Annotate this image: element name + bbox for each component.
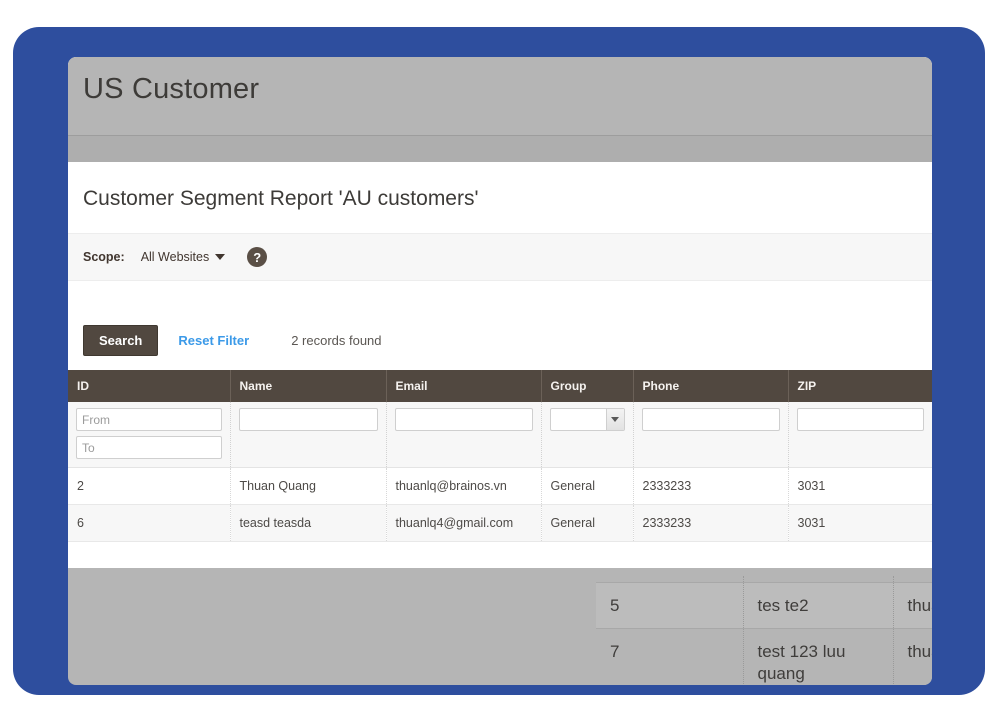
column-header-id[interactable]: ID xyxy=(68,370,230,402)
cell-name: teasd teasda xyxy=(230,505,386,542)
filter-cell-name xyxy=(230,402,386,468)
cell-name: test 123 luu quang xyxy=(743,629,893,685)
scope-selector-value[interactable]: All Websites xyxy=(141,250,210,264)
column-header-group[interactable]: Group xyxy=(541,370,633,402)
column-header-zip[interactable]: ZIP xyxy=(788,370,932,402)
overlay-grid-body: 5 tes te2 thuanlq 7 test 123 luu quang t… xyxy=(596,576,932,685)
filter-cell-phone xyxy=(633,402,788,468)
question-mark-icon[interactable]: ? xyxy=(247,247,267,267)
filter-phone-input[interactable] xyxy=(642,408,780,431)
cell-id: 6 xyxy=(68,505,230,542)
cell-zip: 3031 xyxy=(788,505,932,542)
grid-header-row: ID Name Email Group Phone ZIP xyxy=(68,370,932,402)
table-row[interactable]: 7 test 123 luu quang thuanlq xyxy=(596,629,932,685)
table-row[interactable]: 6 teasd teasda thuanlq4@gmail.com Genera… xyxy=(68,505,932,542)
cell-phone: 2333233 xyxy=(633,468,788,505)
cell-group: General xyxy=(541,468,633,505)
grid-header: ID Name Email Group Phone ZIP xyxy=(68,370,932,402)
filter-id-to-input[interactable] xyxy=(76,436,222,459)
cell-id: 2 xyxy=(68,468,230,505)
window-title: US Customer xyxy=(83,73,259,106)
grid-data-body: 2 Thuan Quang thuanlq@brainos.vn General… xyxy=(68,468,932,542)
cell-email: thuanlq4@gmail.com xyxy=(386,505,541,542)
cell-group: General xyxy=(541,505,633,542)
titlebar-divider xyxy=(68,135,932,162)
filter-group-select[interactable] xyxy=(550,408,625,431)
filter-name-input[interactable] xyxy=(239,408,378,431)
cell-phone: 2333233 xyxy=(633,505,788,542)
grid-action-row: Search Reset Filter 2 records found xyxy=(68,281,932,370)
cell-id: 5 xyxy=(596,583,743,629)
column-header-phone[interactable]: Phone xyxy=(633,370,788,402)
customer-grid: ID Name Email Group Phone ZIP xyxy=(68,370,932,542)
table-row[interactable]: 5 tes te2 thuanlq xyxy=(596,583,932,629)
records-found-label: 2 records found xyxy=(291,333,381,348)
filter-cell-group xyxy=(541,402,633,468)
filter-cell-zip xyxy=(788,402,932,468)
cell-email: thuanlq@brainos.vn xyxy=(386,468,541,505)
filter-cell-id xyxy=(68,402,230,468)
chevron-down-icon[interactable] xyxy=(215,254,225,260)
cell-email: thuanlq xyxy=(893,629,932,685)
grid-filter-row xyxy=(68,402,932,468)
column-header-name[interactable]: Name xyxy=(230,370,386,402)
cell-email: thuanlq xyxy=(893,583,932,629)
cell-name: tes te2 xyxy=(743,583,893,629)
magnified-grid-overlay: 5 tes te2 thuanlq 7 test 123 luu quang t… xyxy=(68,568,932,685)
scope-label: Scope: xyxy=(83,250,125,264)
filter-email-input[interactable] xyxy=(395,408,533,431)
cell-name: Thuan Quang xyxy=(230,468,386,505)
cell-zip: 3031 xyxy=(788,468,932,505)
filter-zip-input[interactable] xyxy=(797,408,925,431)
overlay-grid: 5 tes te2 thuanlq 7 test 123 luu quang t… xyxy=(596,576,932,685)
search-button[interactable]: Search xyxy=(83,325,158,356)
app-window-frame: US Customer Customer Segment Report 'AU … xyxy=(13,27,985,695)
column-header-email[interactable]: Email xyxy=(386,370,541,402)
grid-filter-body xyxy=(68,402,932,468)
page-body: Customer Segment Report 'AU customers' S… xyxy=(68,162,932,542)
cell-id: 7 xyxy=(596,629,743,685)
scope-bar: Scope: All Websites ? xyxy=(68,233,932,281)
chevron-down-icon[interactable] xyxy=(606,409,624,430)
reset-filter-link[interactable]: Reset Filter xyxy=(178,333,249,348)
table-row[interactable]: 2 Thuan Quang thuanlq@brainos.vn General… xyxy=(68,468,932,505)
page-title: Customer Segment Report 'AU customers' xyxy=(68,162,932,233)
filter-id-from-input[interactable] xyxy=(76,408,222,431)
window-titlebar: US Customer xyxy=(68,57,932,135)
filter-cell-email xyxy=(386,402,541,468)
